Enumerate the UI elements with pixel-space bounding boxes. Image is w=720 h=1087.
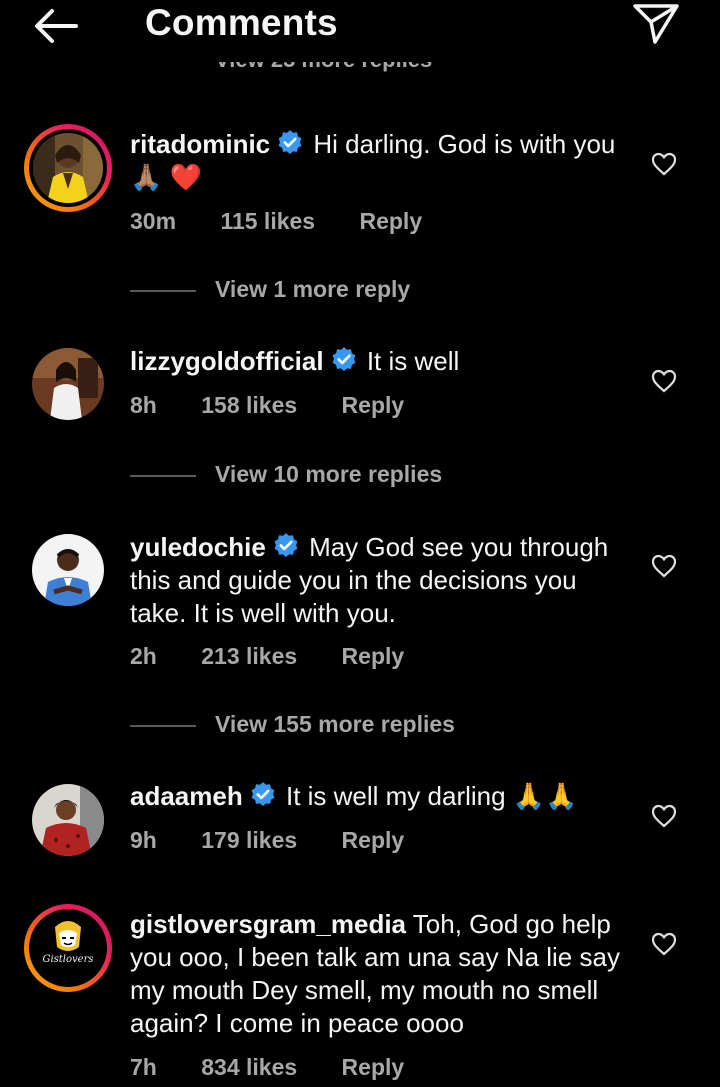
verified-badge-icon	[278, 130, 302, 154]
comment-meta: 2h 213 likes Reply	[130, 643, 404, 670]
view-more-label: View 1 more reply	[215, 276, 411, 302]
comment-time: 8h	[130, 392, 157, 418]
view-more-replies[interactable]: View 10 more replies	[130, 461, 530, 491]
like-button[interactable]	[651, 152, 677, 176]
comment-meta: 9h 179 likes Reply	[130, 827, 404, 854]
share-button[interactable]	[632, 2, 680, 46]
divider-line	[130, 725, 196, 727]
comment-text: ritadominic Hi darling. God is with you …	[130, 128, 630, 194]
avatar-story-ring[interactable]	[24, 124, 112, 212]
comment-likes[interactable]: 115 likes	[220, 208, 315, 235]
verified-badge-icon	[274, 533, 298, 557]
view-more-label: View 10 more replies	[215, 461, 443, 487]
comment-likes[interactable]: 179 likes	[201, 827, 297, 854]
comment-time: 9h	[130, 827, 157, 853]
comment-username[interactable]: lizzygoldofficial	[130, 346, 324, 376]
avatar-logo-text: Gistlovers	[42, 954, 94, 965]
avatar[interactable]	[32, 534, 104, 606]
comment-username[interactable]: adaameh	[130, 781, 243, 811]
divider-line	[130, 475, 196, 477]
comment-text: gistloversgram_media Toh, God go help yo…	[130, 908, 630, 1040]
reply-button[interactable]: Reply	[342, 1054, 405, 1081]
comment-likes[interactable]: 213 likes	[201, 643, 297, 670]
comment-username[interactable]: ritadominic	[130, 129, 270, 159]
reply-button[interactable]: Reply	[342, 392, 405, 419]
like-button[interactable]	[651, 804, 677, 828]
comment-meta: 7h 834 likes Reply	[130, 1054, 404, 1081]
like-button[interactable]	[651, 932, 677, 956]
view-more-replies[interactable]: View 1 more reply	[130, 276, 530, 306]
view-more-label: View 23 more replies	[215, 62, 432, 72]
comment-body: It is well	[366, 346, 460, 376]
view-more-replies-partial[interactable]: View 23 more replies	[215, 62, 455, 82]
heart-icon	[651, 152, 677, 176]
divider-line	[130, 290, 196, 292]
comment-meta: 8h 158 likes Reply	[130, 392, 404, 419]
like-button[interactable]	[651, 369, 677, 393]
avatar: Gistlovers	[33, 913, 103, 983]
back-arrow-icon	[35, 9, 78, 43]
comment-text: adaameh It is well my darling 🙏🙏	[130, 780, 630, 813]
reply-button[interactable]: Reply	[359, 208, 422, 235]
avatar[interactable]	[32, 784, 104, 856]
verified-badge-icon	[332, 347, 356, 371]
verified-badge-icon	[251, 782, 275, 806]
comment-text: lizzygoldofficial It is well	[130, 345, 630, 378]
comment-meta: 30m 115 likes Reply	[130, 208, 422, 235]
like-button[interactable]	[651, 554, 677, 578]
reply-button[interactable]: Reply	[342, 643, 405, 670]
heart-icon	[651, 804, 677, 828]
page-title: Comments	[145, 2, 338, 43]
avatar-story-ring[interactable]: Gistlovers	[24, 904, 112, 992]
view-more-replies[interactable]: View 155 more replies	[130, 711, 530, 741]
top-bar: Comments	[0, 0, 720, 56]
send-icon	[633, 4, 679, 44]
comment-username[interactable]: gistloversgram_media	[130, 909, 406, 939]
comment-username[interactable]: yuledochie	[130, 532, 266, 562]
avatar[interactable]	[32, 348, 104, 420]
comment-likes[interactable]: 834 likes	[201, 1054, 297, 1081]
comment-time: 7h	[130, 1054, 157, 1080]
heart-icon	[651, 932, 677, 956]
avatar	[33, 133, 103, 203]
reply-button[interactable]: Reply	[342, 827, 405, 854]
heart-icon	[651, 369, 677, 393]
heart-icon	[651, 554, 677, 578]
comment-time: 30m	[130, 208, 177, 234]
back-button[interactable]	[28, 6, 84, 46]
comment-time: 2h	[130, 643, 157, 669]
comment-body: It is well my darling 🙏🙏	[285, 781, 578, 811]
view-more-label: View 155 more replies	[215, 711, 455, 737]
comment-text: yuledochie May God see you through this …	[130, 531, 630, 630]
comment-likes[interactable]: 158 likes	[201, 392, 297, 419]
